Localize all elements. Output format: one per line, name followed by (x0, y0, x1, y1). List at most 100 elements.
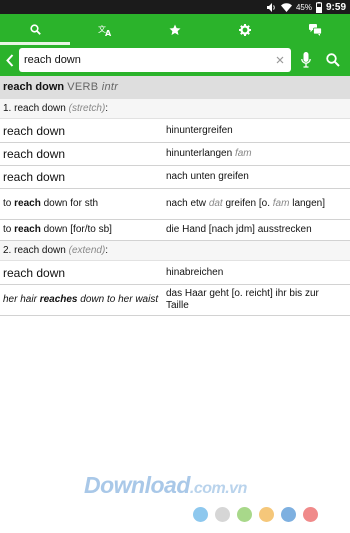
wifi-icon (280, 2, 292, 12)
sense-label: 1. reach down (3, 103, 66, 114)
dictionary-entry: reach down VERB intr 1. reach down (stre… (0, 76, 350, 316)
source-keyword: reach (14, 224, 41, 235)
sense-colon: : (105, 103, 109, 114)
source-phrase: to reach down for sth (0, 198, 166, 210)
pos-sub-label: intr (101, 81, 119, 93)
target-phrase: nach etw dat greifen [o. fam langen] (166, 198, 350, 210)
close-icon (276, 56, 284, 64)
watermark-logo: Download.com.vn (84, 472, 247, 499)
status-bar: 45% 9:59 (0, 0, 350, 14)
search-box (19, 48, 291, 72)
source-phrase: reach down (0, 124, 166, 138)
watermark-dots (193, 507, 318, 522)
volume-icon (266, 2, 275, 12)
target-phrase: hinunterlangen fam (166, 148, 350, 160)
star-icon (169, 24, 181, 35)
source-text: down to her waist (77, 294, 159, 305)
battery-icon (315, 1, 322, 13)
source-phrase: to reach down [for/to sb] (0, 224, 166, 236)
sense-label: 2. reach down (3, 245, 66, 256)
headword: reach down (3, 81, 65, 93)
source-text: reach down (3, 147, 66, 161)
source-phrase: reach down (0, 147, 166, 161)
sense-gloss: (extend) (68, 245, 106, 256)
sense-header: 2. reach down (extend): (0, 241, 350, 261)
target-phrase: die Hand [nach jdm] ausstrecken (166, 224, 350, 236)
sense-colon: : (105, 245, 109, 256)
usage-label: fam (272, 198, 290, 209)
source-text: her hair (3, 294, 40, 305)
source-text: reach down (3, 123, 66, 138)
source-text: reach down (3, 265, 66, 280)
translation-row[interactable]: reach down hinuntergreifen (0, 119, 350, 143)
watermark-tld: .com.vn (189, 480, 247, 497)
target-phrase: nach unten greifen (166, 171, 350, 183)
target-text: hinabreichen (166, 266, 224, 278)
clear-search-button[interactable] (273, 52, 287, 68)
watermark: Download.com.vn (84, 472, 324, 532)
translation-row[interactable]: her hair reaches down to her waist das H… (0, 285, 350, 316)
target-phrase: hinabreichen (166, 267, 350, 279)
tab-favorites[interactable] (140, 14, 210, 45)
translation-row[interactable]: to reach down for sth nach etw dat greif… (0, 189, 350, 220)
translation-row[interactable]: to reach down [for/to sb] die Hand [nach… (0, 220, 350, 241)
watermark-dot (259, 507, 274, 522)
search-bar (0, 45, 350, 76)
source-example: her hair reaches down to her waist (3, 294, 158, 305)
target-phrase: das Haar geht [o. reicht] ihr bis zur Ta… (166, 288, 350, 312)
watermark-dot (237, 507, 252, 522)
translation-row[interactable]: reach down hinabreichen (0, 261, 350, 285)
target-text: greifen (222, 198, 257, 209)
target-text: die Hand [nach jdm] ausstrecken (166, 224, 312, 235)
translation-row[interactable]: reach down nach unten greifen (0, 166, 350, 189)
tab-chat[interactable] (280, 14, 350, 45)
source-keyword: reach (14, 198, 41, 209)
tab-settings[interactable] (210, 14, 280, 45)
search-button[interactable] (323, 50, 343, 70)
target-text: hinunterlangen (166, 148, 235, 159)
sense-header: 1. reach down (stretch): (0, 99, 350, 119)
watermark-brand: Download (84, 472, 190, 498)
sense-gloss: (stretch) (68, 103, 106, 114)
chevron-left-icon (6, 53, 14, 67)
source-text: reach down (3, 170, 66, 184)
source-text: down [for/to sb] (40, 224, 112, 235)
voice-search-button[interactable] (298, 50, 314, 70)
status-indicators: 45% 9:59 (266, 1, 346, 13)
microphone-icon (301, 52, 311, 68)
gear-icon (239, 23, 251, 36)
pos-label: VERB (67, 81, 99, 93)
watermark-dot (193, 507, 208, 522)
target-text: nach etw (166, 198, 209, 209)
usage-label: dat (208, 198, 223, 209)
chat-bubbles-icon (308, 23, 322, 36)
target-text: das Haar geht [o. reicht] ihr bis zur Ta… (166, 288, 319, 311)
part-of-speech: VERB intr (67, 81, 118, 93)
translation-row[interactable]: reach down hinunterlangen fam (0, 143, 350, 166)
tab-translate[interactable]: 文A (70, 14, 140, 45)
target-phrase: hinuntergreifen (166, 125, 350, 137)
source-phrase: reach down (0, 266, 166, 280)
svg-text:A: A (105, 29, 112, 36)
target-text: nach unten greifen (166, 171, 249, 182)
search-icon (326, 53, 340, 67)
target-text: [o. (256, 198, 273, 209)
watermark-dot (215, 507, 230, 522)
headword-header: reach down VERB intr (0, 76, 350, 99)
source-text: to (3, 198, 15, 209)
back-button[interactable] (3, 49, 17, 71)
source-phrase: reach down (0, 170, 166, 184)
battery-percent: 45% (295, 2, 312, 12)
watermark-dot (281, 507, 296, 522)
usage-label: fam (234, 148, 252, 159)
source-keyword: reaches (39, 294, 78, 305)
search-icon (29, 24, 41, 35)
tab-search[interactable] (0, 14, 70, 45)
source-text: down for sth (40, 198, 99, 209)
source-text: to (3, 224, 15, 235)
source-phrase: her hair reaches down to her waist (0, 294, 166, 306)
tab-bar: 文A (0, 14, 350, 45)
target-text: langen] (289, 198, 326, 209)
clock: 9:59 (325, 1, 346, 13)
search-input[interactable] (24, 51, 264, 69)
